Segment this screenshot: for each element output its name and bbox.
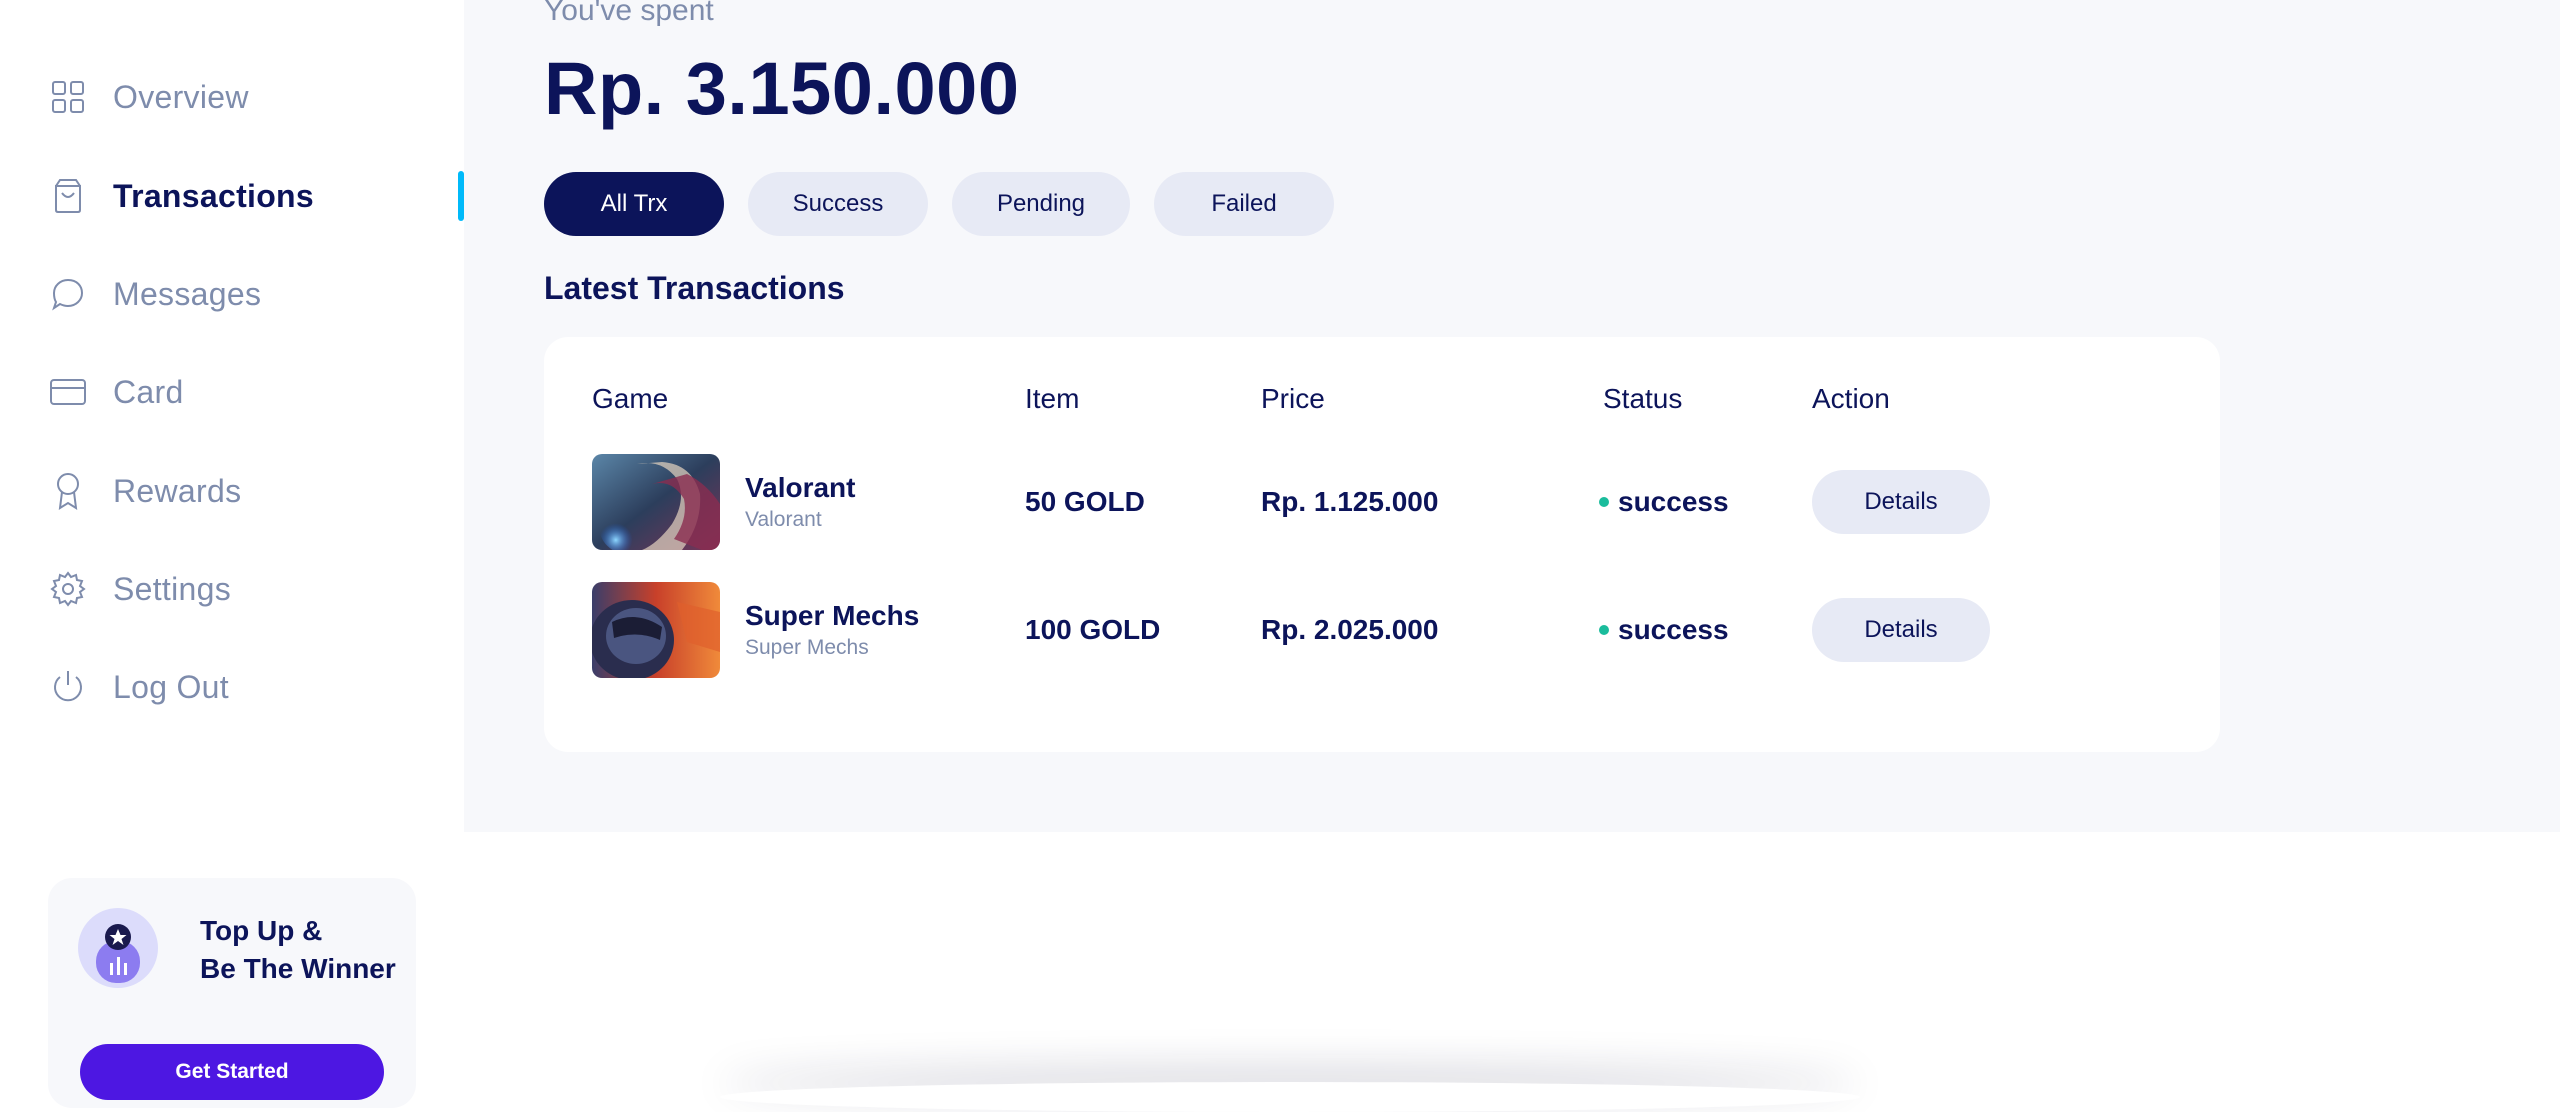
status-text: success — [1618, 614, 1729, 645]
item-cell: 100 GOLD — [1025, 614, 1161, 645]
game-name: Valorant — [745, 472, 856, 503]
tab-failed[interactable]: Failed — [1154, 172, 1334, 236]
table-row: Valorant Valorant 50 GOLD Rp. 1.125.000 … — [544, 454, 2220, 550]
table-row: Super Mechs Super Mechs 100 GOLD Rp. 2.0… — [544, 582, 2220, 678]
gear-icon — [50, 571, 86, 607]
column-header-game: Game — [592, 383, 669, 414]
sidebar-item-transactions[interactable]: Transactions — [50, 171, 314, 221]
sidebar-item-settings[interactable]: Settings — [50, 564, 231, 614]
game-category: Valorant — [745, 508, 822, 531]
promo-line1: Top Up & — [200, 915, 323, 946]
status-cell: success — [1599, 486, 1729, 518]
price-cell: Rp. 2.025.000 — [1261, 614, 1439, 645]
game-thumbnail — [592, 454, 720, 550]
trophy-icon — [78, 908, 158, 988]
tab-pending[interactable]: Pending — [952, 172, 1130, 236]
get-started-button[interactable]: Get Started — [80, 1044, 384, 1100]
sidebar-item-logout[interactable]: Log Out — [50, 662, 229, 712]
price-cell: Rp. 1.125.000 — [1261, 486, 1439, 517]
spent-label: You've spent — [544, 0, 714, 27]
footer-shadow — [720, 1082, 1860, 1112]
award-icon — [50, 473, 86, 510]
status-dot-icon — [1599, 625, 1609, 635]
column-header-item: Item — [1025, 383, 1080, 414]
status-text: success — [1618, 486, 1729, 517]
details-button[interactable]: Details — [1812, 470, 1990, 534]
status-dot-icon — [1599, 497, 1609, 507]
promo-card: Top Up & Be The Winner Get Started — [48, 878, 416, 1108]
chat-icon — [50, 276, 86, 312]
column-header-price: Price — [1261, 383, 1325, 414]
tab-all-trx[interactable]: All Trx — [544, 172, 724, 236]
game-thumbnail — [592, 582, 720, 678]
sidebar-item-label: Card — [113, 373, 184, 410]
bag-icon — [50, 178, 86, 214]
main-content: You've spent Rp. 3.150.000 All Trx Succe… — [464, 0, 2560, 832]
sidebar-item-label: Overview — [113, 78, 249, 115]
column-header-action: Action — [1812, 383, 1890, 414]
sidebar-item-label: Log Out — [113, 668, 229, 705]
sidebar-item-overview[interactable]: Overview — [50, 72, 249, 122]
grid-icon — [50, 79, 86, 115]
status-cell: success — [1599, 614, 1729, 646]
sidebar-item-card[interactable]: Card — [50, 367, 184, 417]
game-name: Super Mechs — [745, 600, 920, 631]
spent-amount: Rp. 3.150.000 — [544, 47, 1020, 130]
sidebar-item-rewards[interactable]: Rewards — [50, 466, 241, 516]
sidebar-item-label: Messages — [113, 275, 262, 312]
section-title: Latest Transactions — [544, 270, 845, 306]
card-icon — [50, 374, 86, 410]
sidebar-item-messages[interactable]: Messages — [50, 269, 261, 319]
item-cell: 50 GOLD — [1025, 486, 1145, 517]
promo-line2: Be The Winner — [200, 953, 396, 984]
sidebar: Overview Transactions Messages Card Rewa… — [0, 0, 464, 1108]
sidebar-item-label: Rewards — [113, 472, 242, 509]
sidebar-item-label: Transactions — [113, 177, 315, 214]
transactions-table: Game Item Price Status Action Valorant V… — [544, 337, 2220, 752]
details-button[interactable]: Details — [1812, 598, 1990, 662]
tab-success[interactable]: Success — [748, 172, 928, 236]
filter-tabs: All Trx Success Pending Failed — [544, 172, 1358, 236]
power-icon — [50, 669, 86, 705]
promo-title: Top Up & Be The Winner — [200, 912, 396, 988]
game-category: Super Mechs — [745, 636, 869, 659]
column-header-status: Status — [1603, 383, 1683, 414]
sidebar-item-label: Settings — [113, 570, 232, 607]
